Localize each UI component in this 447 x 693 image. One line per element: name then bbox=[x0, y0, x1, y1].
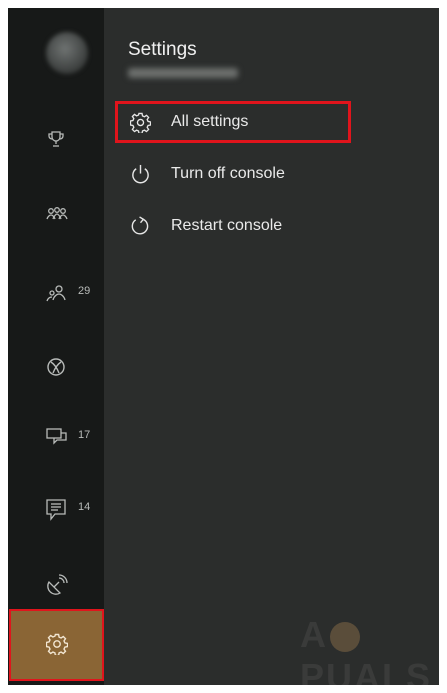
all-settings-label: All settings bbox=[171, 113, 249, 130]
turn-off-console-button[interactable]: Turn off console bbox=[118, 156, 348, 192]
watermark-logo bbox=[330, 622, 360, 653]
notifications-badge: 14 bbox=[78, 501, 91, 513]
sidebar-item-settings[interactable] bbox=[9, 609, 104, 681]
gamertag bbox=[128, 68, 238, 78]
guide-sidebar: 29 17 14 bbox=[8, 8, 104, 685]
restart-icon bbox=[131, 216, 149, 235]
trophy-icon bbox=[48, 131, 64, 147]
friends-icon bbox=[46, 285, 66, 302]
sidebar-item-achievements[interactable] bbox=[8, 118, 104, 162]
broadcast-icon bbox=[47, 574, 68, 595]
settings-panel: Settings All settings Turn off console R… bbox=[104, 8, 439, 685]
restart-console-button[interactable]: Restart console bbox=[118, 208, 348, 244]
gear-icon bbox=[130, 112, 151, 133]
watermark: APUALS bbox=[300, 614, 439, 685]
sidebar-item-notifications[interactable]: 14 bbox=[8, 488, 104, 532]
party-icon bbox=[46, 207, 68, 220]
messages-icon bbox=[46, 428, 67, 445]
page-title: Settings bbox=[128, 39, 197, 60]
all-settings-button[interactable]: All settings bbox=[115, 101, 351, 143]
xbox-guide: 29 17 14 Settings All settings Turn off … bbox=[8, 8, 439, 685]
notifications-icon bbox=[46, 499, 66, 521]
xbox-icon bbox=[47, 358, 65, 376]
sidebar-item-friends[interactable]: 29 bbox=[8, 272, 104, 316]
sidebar-item-party[interactable] bbox=[8, 194, 104, 238]
avatar[interactable] bbox=[46, 32, 88, 74]
sidebar-item-messages[interactable]: 17 bbox=[8, 416, 104, 460]
turn-off-console-label: Turn off console bbox=[171, 165, 285, 182]
restart-console-label: Restart console bbox=[171, 217, 283, 234]
watermark-text-right: PUALS bbox=[300, 656, 433, 685]
sidebar-item-broadcast[interactable] bbox=[8, 563, 104, 607]
gear-icon bbox=[46, 633, 68, 655]
messages-badge: 17 bbox=[78, 429, 91, 441]
friends-badge: 29 bbox=[78, 285, 91, 297]
sidebar-item-xbox-home[interactable] bbox=[8, 346, 104, 390]
power-icon bbox=[132, 164, 149, 184]
watermark-text-left: A bbox=[300, 614, 328, 655]
